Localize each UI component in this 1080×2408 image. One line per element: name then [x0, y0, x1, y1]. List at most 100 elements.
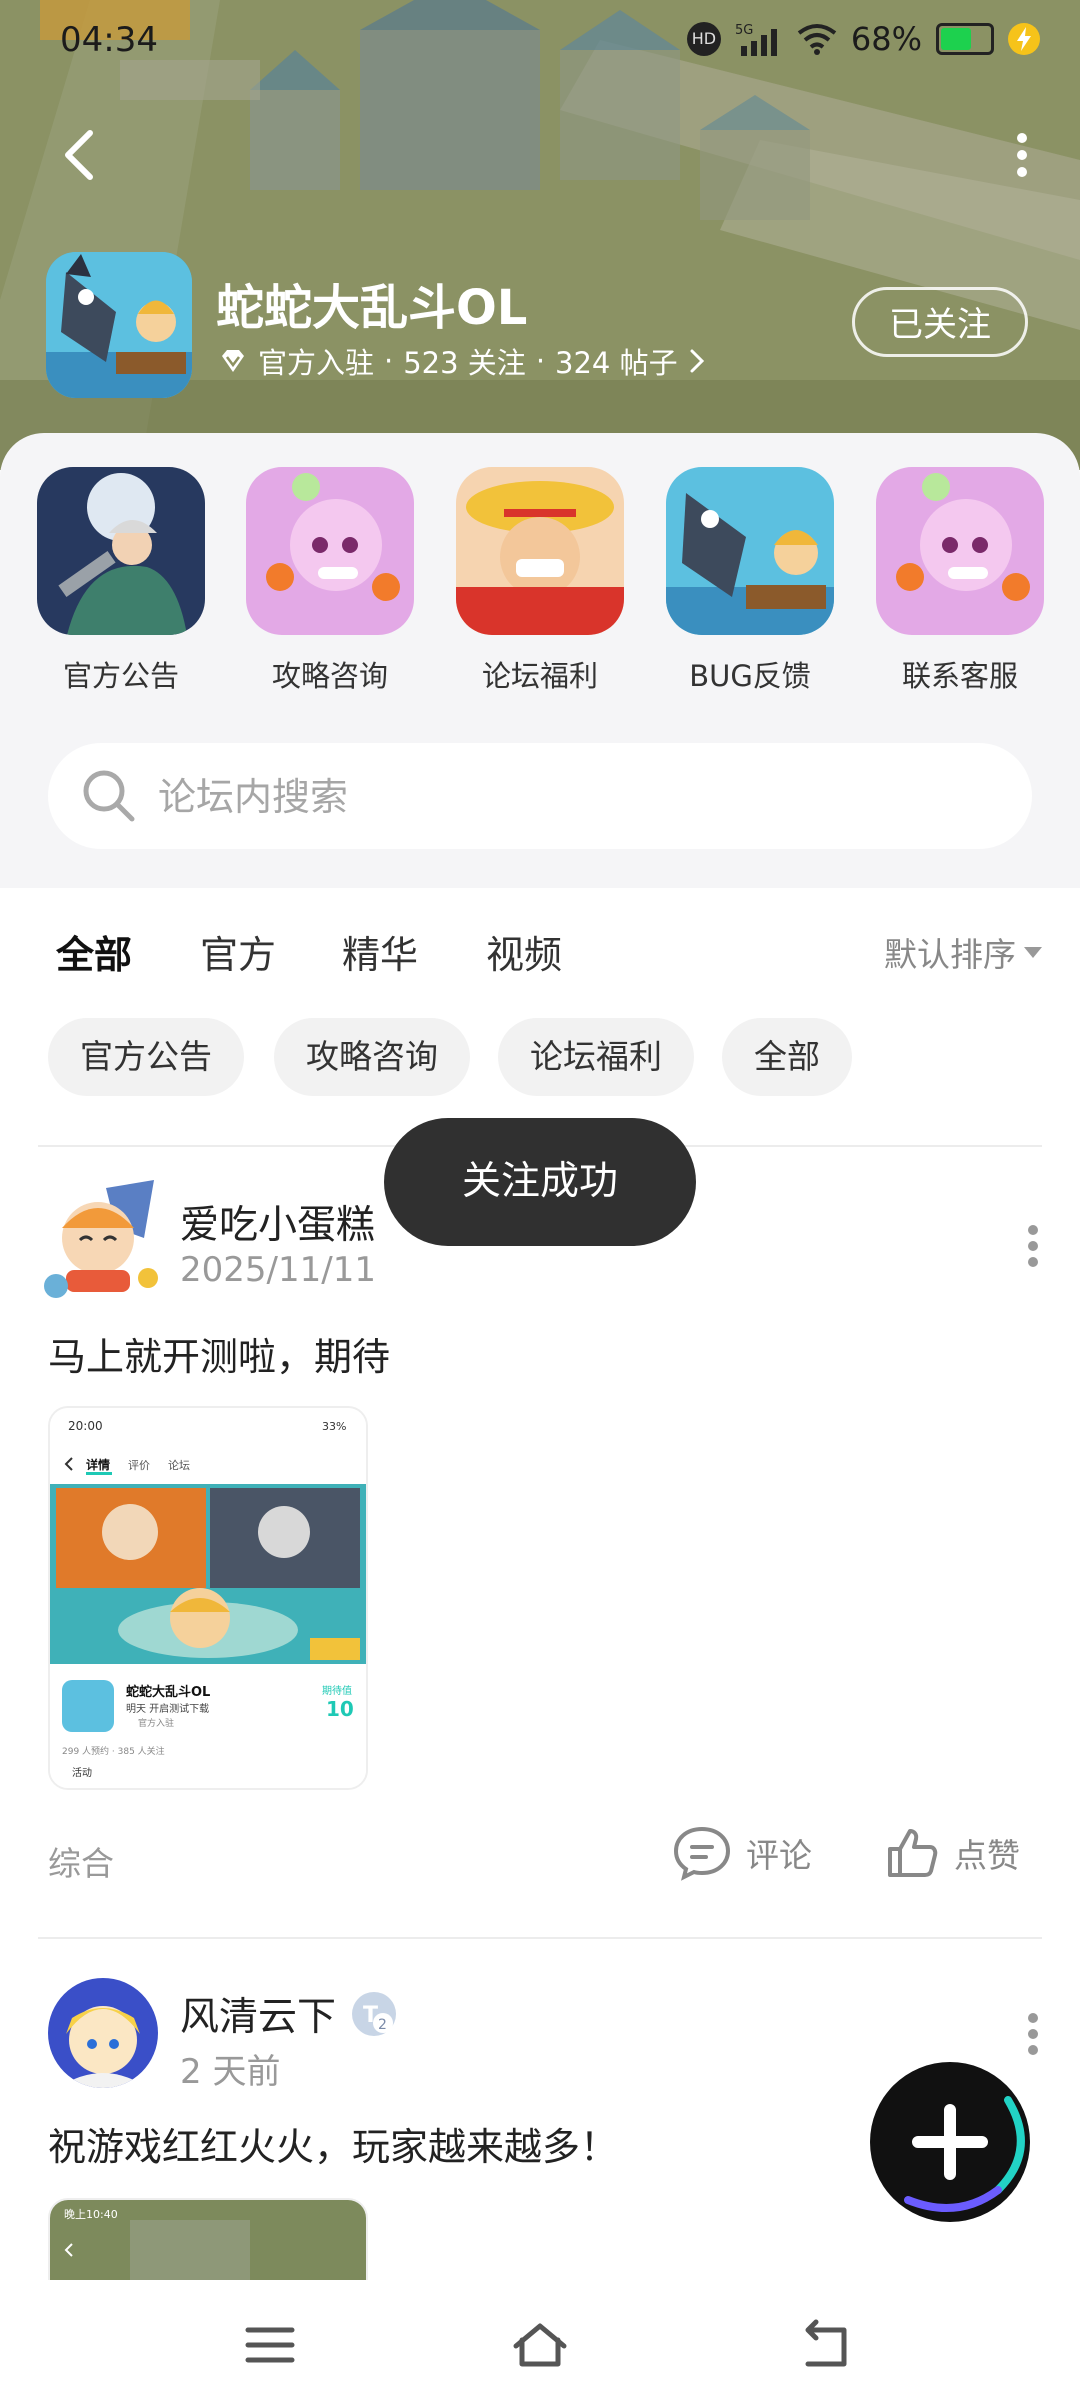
chevron-down-icon [1024, 946, 1042, 958]
post-username[interactable]: 爱吃小蛋糕 [180, 1194, 375, 1250]
chip-welfare[interactable]: 论坛福利 [498, 1018, 694, 1096]
status-bar: 04:34 HD 5G 68% [0, 0, 1080, 90]
status-time: 04:34 [60, 20, 158, 60]
menu-icon[interactable] [240, 2318, 300, 2372]
shortcut-label: BUG反馈 [689, 659, 811, 693]
hd-icon: HD [686, 22, 721, 56]
post-image[interactable]: 晚上10:40 [48, 2198, 368, 2282]
level-badge-icon: T 2 [352, 1992, 397, 2036]
thumb-score-label: 期待值 [322, 1684, 352, 1697]
post-text: 祝游戏红红火火，玩家越来越多！ [48, 2125, 619, 2169]
thumb-time: 20:00 [68, 1419, 103, 1433]
post-username[interactable]: 风清云下 [180, 1986, 336, 2042]
forum-header: 04:34 HD 5G 68% 蛇蛇大乱斗OL 官方入驻 · 523 关注 · … [0, 0, 1080, 470]
game-icon [46, 252, 192, 398]
post-footer: 综合 评论 点赞 [0, 1825, 1080, 1895]
more-vertical-icon[interactable] [1012, 130, 1032, 180]
bug-feedback-icon [666, 467, 834, 635]
chip-announcement[interactable]: 官方公告 [48, 1018, 244, 1096]
status-icons: HD 5G 68% [686, 20, 1040, 58]
battery-icon [936, 23, 994, 55]
back-nav-icon[interactable] [796, 2318, 856, 2372]
thumbs-up-icon [888, 1829, 938, 1877]
tab-label: 官方 [200, 933, 277, 977]
official-diamond-icon [222, 350, 244, 372]
official-label: 官方入驻 [258, 346, 375, 380]
thumb-tab-review: 评价 [128, 1459, 150, 1472]
shortcut-guide[interactable]: 攻略咨询 [245, 467, 415, 695]
search-icon [83, 770, 135, 822]
comment-icon [673, 1826, 731, 1881]
game-title: 蛇蛇大乱斗OL [216, 280, 528, 336]
system-nav-bar [0, 2280, 1080, 2408]
svg-text:2: 2 [378, 2017, 387, 2033]
home-icon[interactable] [510, 2318, 570, 2372]
posts-count[interactable]: 324 帖子 [555, 340, 678, 382]
chevron-right-icon[interactable] [688, 348, 706, 374]
charging-icon [1008, 23, 1040, 55]
announcement-icon [37, 467, 205, 635]
follow-success-toast: 关注成功 [384, 1118, 696, 1246]
chip-all[interactable]: 全部 [722, 1018, 852, 1096]
divider [38, 1937, 1042, 1939]
sort-dropdown[interactable]: 默认排序 [884, 928, 1042, 976]
post-category[interactable]: 综合 [48, 1837, 114, 1885]
shortcut-label: 论坛福利 [481, 659, 598, 693]
post-more-icon[interactable] [1026, 2012, 1040, 2056]
post-date: 2 天前 [180, 2052, 281, 2092]
tab-label: 精华 [342, 933, 419, 977]
post-date: 2025/11/11 [180, 1250, 376, 1290]
forum-search-box[interactable] [48, 743, 1032, 851]
shortcut-announcement[interactable]: 官方公告 [36, 467, 206, 695]
shortcut-welfare[interactable]: 论坛福利 [455, 467, 625, 695]
back-icon[interactable] [52, 125, 112, 185]
thumb-stats: 299 人预约 · 385 人关注 [62, 1745, 165, 1757]
thumb-tab-forum: 论坛 [168, 1458, 190, 1472]
avatar[interactable] [48, 1978, 158, 2088]
thumb-official: 官方入驻 [138, 1717, 174, 1729]
post-image[interactable]: 20:00 33% 详情 评价 论坛 蛇蛇大乱斗OL 明天 开启测试下载 官方入… [48, 1406, 368, 1790]
thumb-game-name: 蛇蛇大乱斗OL [126, 1684, 210, 1700]
shortcut-customer-service[interactable]: 联系客服 [875, 467, 1045, 695]
signal-5g-icon: 5G [735, 23, 777, 56]
search-input[interactable] [156, 743, 1000, 851]
customer-service-icon [876, 467, 1044, 635]
tab-official[interactable]: 官方 [200, 924, 276, 979]
meta-separator: · [384, 344, 394, 378]
thumb-battery: 33% [322, 1420, 346, 1433]
tab-video[interactable]: 视频 [486, 924, 562, 979]
game-meta: 官方入驻 · 523 关注 · 324 帖子 [218, 340, 706, 382]
tab-featured[interactable]: 精华 [342, 924, 418, 979]
shortcut-bug-feedback[interactable]: BUG反馈 [665, 467, 835, 695]
thumb-score: 10 [326, 1697, 354, 1721]
guide-icon [246, 467, 414, 635]
like-label: 点赞 [954, 1836, 1020, 1875]
post-tabs: 全部 官方 精华 视频 默认排序 [0, 888, 1080, 998]
like-button[interactable]: 点赞 [884, 1825, 1020, 1881]
welfare-icon [456, 467, 624, 635]
shortcut-label: 联系客服 [901, 659, 1018, 693]
shortcut-label: 攻略咨询 [271, 659, 388, 693]
thumb-subtitle: 明天 开启测试下载 [126, 1702, 209, 1715]
shortcut-label: 官方公告 [62, 659, 179, 693]
category-chips: 官方公告 攻略咨询 论坛福利 全部 [0, 1018, 1080, 1098]
followers-count[interactable]: 523 关注 [403, 340, 526, 382]
battery-percent: 68% [850, 20, 922, 58]
tab-label: 全部 [56, 933, 133, 977]
followed-button[interactable]: 已关注 [852, 287, 1028, 357]
comment-button[interactable]: 评论 [672, 1825, 812, 1881]
forum-panel: 官方公告 攻略咨询 论坛福利 BUG反馈 联系客服 论坛内搜索 [0, 433, 1080, 888]
wifi-icon [797, 24, 837, 55]
avatar[interactable] [36, 1178, 166, 1308]
create-post-button[interactable] [868, 2060, 1032, 2224]
comment-label: 评论 [746, 1836, 812, 1875]
thumb-tab-detail: 详情 [86, 1457, 110, 1472]
post-card[interactable]: 爱吃小蛋糕 2025/11/11 马上就开测啦，期待 20:00 33% 详情 … [0, 1160, 1080, 1920]
tab-all[interactable]: 全部 [56, 924, 132, 979]
post-more-icon[interactable] [1026, 1224, 1040, 1268]
meta-separator: · [535, 344, 546, 378]
chip-guide[interactable]: 攻略咨询 [274, 1018, 470, 1096]
thumb-time: 晚上10:40 [64, 2208, 118, 2221]
tab-label: 视频 [486, 933, 563, 977]
thumb-activity: 活动 [72, 1767, 92, 1779]
